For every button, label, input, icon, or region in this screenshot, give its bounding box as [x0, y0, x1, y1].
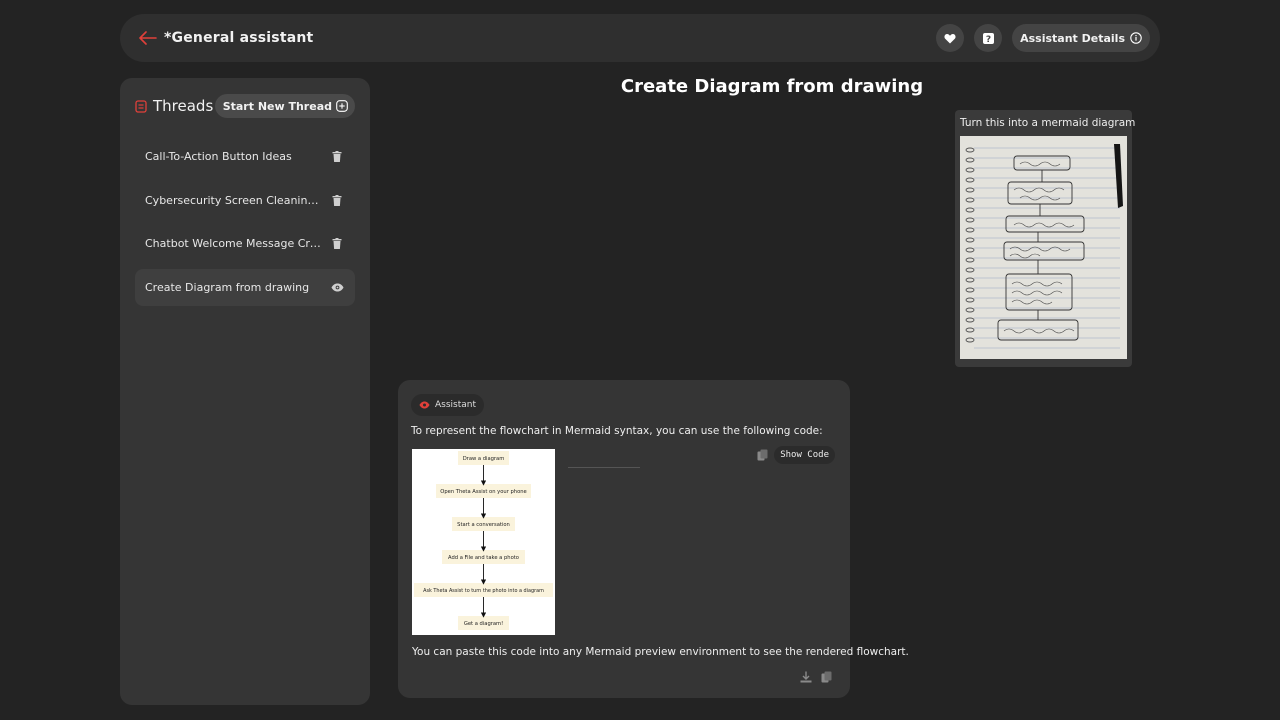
assistant-message: Assistant To represent the flowchart in … — [398, 380, 909, 698]
message-actions — [799, 670, 833, 684]
eye-icon — [331, 283, 343, 291]
diagram-node: Ask Theta Assist to turn the photo into … — [423, 588, 544, 594]
thread-item[interactable]: Call-To-Action Button Ideas — [135, 138, 355, 175]
diagram-node: Open Theta Assist on your phone — [440, 489, 526, 495]
show-code-button[interactable]: Show Code — [774, 446, 835, 464]
download-icon — [800, 671, 812, 683]
top-bar: *General assistant ? Assistant Details — [120, 14, 1160, 62]
arrow-left-icon — [139, 31, 157, 45]
thread-item[interactable]: Cybersecurity Screen Cleaning Methods — [135, 182, 355, 219]
rendered-mermaid-diagram: Draw a diagram Open Theta Assist on your… — [412, 449, 555, 635]
diagram-node: Start a conversation — [457, 522, 510, 528]
divider — [568, 467, 640, 468]
user-message-text: Turn this into a mermaid diagram — [960, 117, 1136, 129]
assistant-details-button[interactable]: Assistant Details — [1012, 24, 1150, 52]
copy-code-button[interactable] — [755, 448, 769, 462]
info-icon — [1130, 32, 1142, 44]
thread-item[interactable]: Chatbot Welcome Message Creation — [135, 225, 355, 262]
copy-icon — [821, 671, 831, 683]
copy-message-button[interactable] — [819, 670, 833, 684]
heart-icon — [944, 33, 956, 43]
help-icon: ? — [982, 32, 994, 44]
assistant-title: *General assistant — [164, 30, 314, 46]
plus-icon — [336, 100, 348, 112]
assistant-badge: Assistant — [411, 394, 485, 416]
delete-thread-button[interactable] — [329, 192, 345, 208]
diagram-node: Add a File and take a photo — [448, 555, 519, 561]
copy-icon — [757, 449, 768, 461]
start-new-thread-button[interactable]: Start New Thread — [214, 94, 355, 118]
thread-label: Cybersecurity Screen Cleaning Methods — [145, 193, 325, 207]
view-thread-button[interactable] — [329, 279, 345, 295]
delete-thread-button[interactable] — [329, 236, 345, 252]
user-message: Turn this into a mermaid diagram — [955, 110, 1136, 367]
assistant-eye-icon — [419, 401, 430, 409]
assistant-author: Assistant — [435, 400, 477, 410]
diagram-node: Get a diagram! — [464, 621, 503, 627]
code-tools: Show Code — [755, 446, 835, 464]
thread-item-active[interactable]: Create Diagram from drawing — [135, 268, 355, 306]
start-new-thread-label: Start New Thread — [222, 99, 332, 113]
back-button[interactable] — [136, 26, 160, 50]
svg-text:?: ? — [985, 35, 990, 44]
conversation-title: Create Diagram from drawing — [620, 76, 924, 97]
assistant-details-label: Assistant Details — [1020, 31, 1125, 45]
download-button[interactable] — [799, 670, 813, 684]
handwritten-flowchart-photo[interactable] — [960, 136, 1127, 359]
trash-icon — [332, 194, 342, 206]
threads-icon — [135, 99, 147, 113]
trash-icon — [332, 238, 342, 249]
help-button[interactable]: ? — [974, 24, 1003, 52]
thread-label: Chatbot Welcome Message Creation — [145, 237, 325, 250]
thread-label: Create Diagram from drawing — [145, 280, 310, 294]
assistant-outro-text: You can paste this code into any Mermaid… — [412, 646, 909, 658]
favorite-button[interactable] — [936, 24, 965, 52]
thread-label: Call-To-Action Button Ideas — [145, 150, 292, 163]
threads-sidebar: Threads Start New Thread Call-To-Action … — [120, 78, 370, 705]
trash-icon — [332, 151, 342, 162]
threads-title: Threads — [153, 97, 214, 115]
assistant-intro-text: To represent the flowchart in Mermaid sy… — [411, 425, 823, 437]
delete-thread-button[interactable] — [329, 149, 345, 165]
thread-list: Call-To-Action Button Ideas Cybersecurit… — [135, 138, 355, 306]
diagram-node: Draw a diagram — [463, 456, 505, 462]
